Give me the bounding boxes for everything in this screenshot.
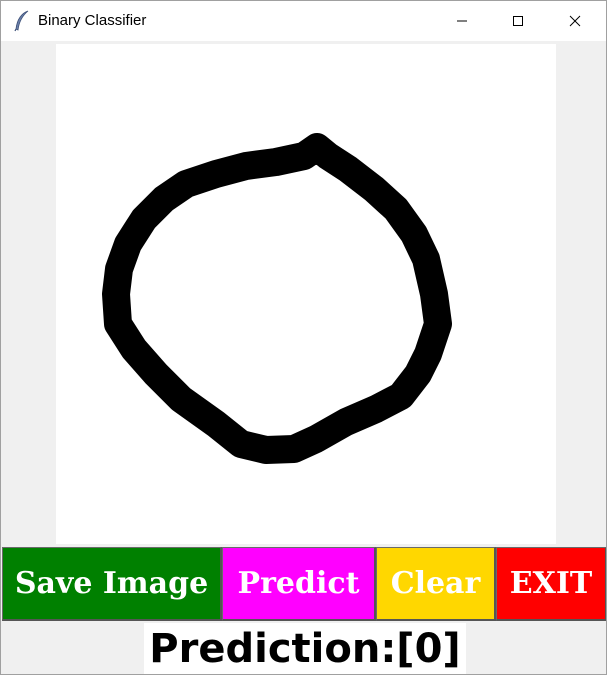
predict-button[interactable]: Predict [222,547,376,621]
drawn-circle-stroke [102,133,452,464]
window-title: Binary Classifier [38,12,147,29]
maximize-icon [513,16,523,26]
drawing-canvas[interactable] [56,44,556,544]
exit-button[interactable]: EXIT [496,547,606,621]
prediction-label: Prediction:[0] [144,623,466,674]
title-bar[interactable]: Binary Classifier [1,1,606,41]
minimize-button[interactable] [439,1,485,41]
action-buttons: Save Image Predict Clear EXIT [2,547,606,621]
close-icon [569,15,581,27]
save-image-button[interactable]: Save Image [2,547,222,621]
clear-button[interactable]: Clear [376,547,496,621]
feather-icon [14,10,29,32]
app-window: Binary Classifier Save Image Predict Cle… [0,0,607,675]
close-button[interactable] [552,1,598,41]
minimize-icon [457,20,467,22]
maximize-button[interactable] [495,1,541,41]
